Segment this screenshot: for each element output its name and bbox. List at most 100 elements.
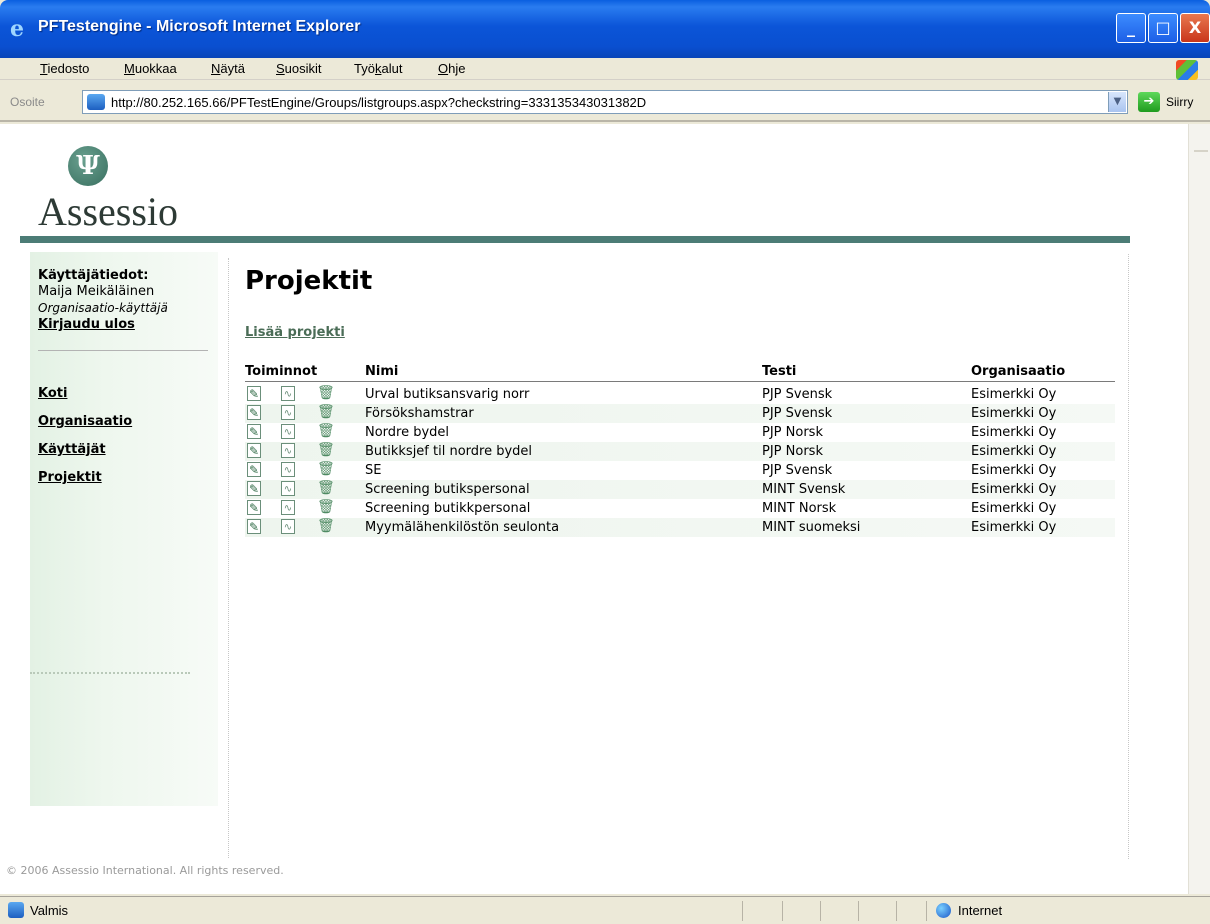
chart-icon[interactable]: ∿: [281, 443, 295, 458]
go-arrow-icon[interactable]: ➔: [1138, 92, 1160, 112]
content-left-border: [228, 258, 229, 858]
project-organisation-cell: Esimerkki Oy: [971, 387, 1057, 402]
chart-icon[interactable]: ∿: [281, 462, 295, 477]
project-organisation-cell: Esimerkki Oy: [971, 520, 1057, 535]
edit-icon[interactable]: ✎: [247, 481, 261, 496]
logout-link[interactable]: Kirjaudu ulos: [38, 317, 135, 332]
project-test-cell: MINT Norsk: [762, 501, 837, 516]
menu-suosikit[interactable]: Suosikit: [276, 61, 322, 76]
close-button[interactable]: X: [1180, 13, 1210, 43]
vertical-scrollbar[interactable]: [1188, 124, 1210, 894]
assessio-logo-text: Assessio: [38, 189, 179, 234]
address-field[interactable]: http://80.252.165.66/PFTestEngine/Groups…: [82, 90, 1128, 114]
project-organisation-cell: Esimerkki Oy: [971, 463, 1057, 478]
trash-icon[interactable]: 🗑: [317, 500, 335, 515]
sidebar: [30, 252, 218, 806]
project-test-cell: PJP Norsk: [762, 444, 823, 459]
project-organisation-cell: Esimerkki Oy: [971, 482, 1057, 497]
project-test-cell: MINT suomeksi: [762, 520, 861, 535]
security-zone-label: Internet: [958, 903, 1003, 918]
add-project-link[interactable]: Lisää projekti: [245, 325, 345, 340]
menu-tyokalut[interactable]: Työkalut: [354, 61, 402, 76]
edit-icon[interactable]: ✎: [247, 500, 261, 515]
sidebar-item-koti[interactable]: Koti: [38, 386, 67, 401]
menu-muokkaa[interactable]: Muokkaa: [124, 61, 177, 76]
edit-icon[interactable]: ✎: [247, 386, 261, 401]
chart-icon[interactable]: ∿: [281, 500, 295, 515]
ie-icon: e: [10, 16, 24, 42]
project-name-cell: Försökshamstrar: [365, 406, 474, 421]
edit-icon[interactable]: ✎: [247, 424, 261, 439]
minimize-button[interactable]: _: [1116, 13, 1146, 43]
chart-icon[interactable]: ∿: [281, 424, 295, 439]
menu-ohje[interactable]: Ohje: [438, 61, 465, 76]
window-title: PFTestengine - Microsoft Internet Explor…: [38, 18, 361, 35]
internet-zone-icon: [936, 903, 951, 918]
trash-icon[interactable]: 🗑: [317, 424, 335, 439]
go-button-label[interactable]: Siirry: [1166, 95, 1193, 109]
menu-nayta[interactable]: Näytä: [211, 61, 245, 76]
status-divider: [782, 901, 783, 921]
table-row: ✎ ∿ 🗑 Urval butiksansvarig norr PJP Svensk Es…: [245, 385, 1115, 404]
edit-icon[interactable]: ✎: [247, 443, 261, 458]
user-name: Maija Meikäläinen: [38, 284, 155, 299]
trash-icon[interactable]: 🗑: [317, 462, 335, 477]
project-organisation-cell: Esimerkki Oy: [971, 425, 1057, 440]
table-row: ✎ ∿ 🗑 SE PJP Svensk Esimerkki Oy: [245, 461, 1115, 480]
edit-icon[interactable]: ✎: [247, 462, 261, 477]
page-viewport: Ψ Assessio Käyttäjätiedot: Maija Meikälä…: [0, 124, 1188, 894]
table-row: ✎ ∿ 🗑 Myymälähenkilöstön seulonta MINT suome…: [245, 518, 1115, 537]
user-role: Organisaatio-käyttäjä: [38, 301, 168, 315]
column-header-toiminnot: Toiminnot: [245, 364, 318, 379]
menu-tiedosto[interactable]: Tiedosto: [40, 61, 89, 76]
address-dropdown-button[interactable]: ▼: [1108, 92, 1126, 112]
sidebar-item-projektit[interactable]: Projektit: [38, 470, 102, 485]
trash-icon[interactable]: 🗑: [317, 481, 335, 496]
table-row: ✎ ∿ 🗑 Screening butikspersonal MINT Svensk Es…: [245, 480, 1115, 499]
project-test-cell: PJP Svensk: [762, 463, 833, 478]
scrollbar-thumb[interactable]: [1194, 150, 1208, 152]
trash-icon[interactable]: 🗑: [317, 519, 335, 534]
trash-icon[interactable]: 🗑: [317, 386, 335, 401]
status-divider: [742, 901, 743, 921]
column-header-testi: Testi: [762, 364, 797, 379]
address-bar: Osoite http://80.252.165.66/PFTestEngine…: [0, 82, 1210, 122]
table-row: ✎ ∿ 🗑 Nordre bydel PJP Norsk Esimerkki Oy: [245, 423, 1115, 442]
page-icon: [87, 94, 105, 110]
table-row: ✎ ∿ 🗑 Försökshamstrar PJP Svensk Esimerkki Oy: [245, 404, 1115, 423]
status-divider: [896, 901, 897, 921]
address-url[interactable]: http://80.252.165.66/PFTestEngine/Groups…: [111, 95, 646, 110]
status-divider: [858, 901, 859, 921]
status-bar: Valmis Internet: [0, 896, 1210, 924]
title-bar: e PFTestengine - Microsoft Internet Expl…: [0, 0, 1210, 58]
project-name-cell: Butikksjef til nordre bydel: [365, 444, 533, 459]
project-name-cell: Myymälähenkilöstön seulonta: [365, 520, 560, 535]
project-test-cell: PJP Svensk: [762, 406, 833, 421]
edit-icon[interactable]: ✎: [247, 405, 261, 420]
windows-logo-icon: [1176, 60, 1198, 80]
header-divider: [20, 236, 1130, 243]
maximize-button[interactable]: □: [1148, 13, 1178, 43]
project-name-cell: Nordre bydel: [365, 425, 450, 440]
project-organisation-cell: Esimerkki Oy: [971, 406, 1057, 421]
content-right-border: [1128, 254, 1129, 859]
status-text: Valmis: [30, 903, 69, 918]
trash-icon[interactable]: 🗑: [317, 405, 335, 420]
table-row: ✎ ∿ 🗑 Screening butikkpersonal MINT Norsk Esi…: [245, 499, 1115, 518]
project-organisation-cell: Esimerkki Oy: [971, 501, 1057, 516]
assessio-logo-icon: Ψ: [68, 146, 108, 186]
header-rule: [245, 381, 1115, 382]
sidebar-item-kayttajat[interactable]: Käyttäjät: [38, 442, 106, 457]
page-title: Projektit: [245, 266, 373, 296]
project-test-cell: PJP Svensk: [762, 387, 833, 402]
chart-icon[interactable]: ∿: [281, 386, 295, 401]
trash-icon[interactable]: 🗑: [317, 443, 335, 458]
sidebar-item-organisaatio[interactable]: Organisaatio: [38, 414, 132, 429]
project-name-cell: Screening butikspersonal: [365, 482, 530, 497]
project-organisation-cell: Esimerkki Oy: [971, 444, 1057, 459]
edit-icon[interactable]: ✎: [247, 519, 261, 534]
chart-icon[interactable]: ∿: [281, 405, 295, 420]
page-status-icon: [8, 902, 24, 918]
chart-icon[interactable]: ∿: [281, 481, 295, 496]
chart-icon[interactable]: ∿: [281, 519, 295, 534]
